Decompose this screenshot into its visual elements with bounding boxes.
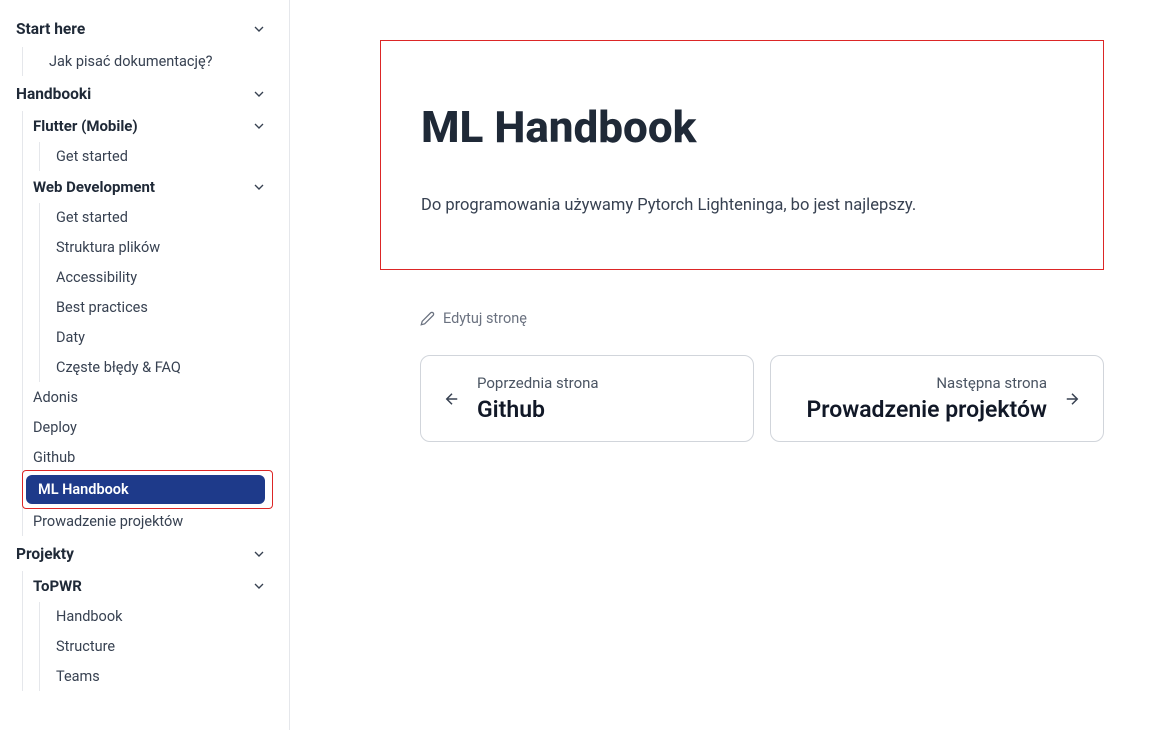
arrow-left-icon bbox=[443, 390, 461, 408]
nav-next-card[interactable]: Następna strona Prowadzenie projektów bbox=[770, 355, 1104, 442]
highlight-box: ML Handbook bbox=[22, 470, 273, 509]
chevron-down-icon bbox=[251, 21, 267, 37]
page-title: ML Handbook bbox=[421, 101, 1073, 153]
nav-next-title: Prowadzenie projektów bbox=[793, 396, 1047, 423]
sidebar-section-projekty[interactable]: Projekty bbox=[8, 537, 275, 571]
sidebar-item-flutter[interactable]: Flutter (Mobile) bbox=[25, 111, 275, 141]
sidebar-item-struktura[interactable]: Struktura plików bbox=[42, 233, 275, 262]
sidebar-item-deploy[interactable]: Deploy bbox=[25, 413, 275, 442]
nav-prev-title: Github bbox=[477, 396, 731, 423]
sidebar-item-topwr[interactable]: ToPWR bbox=[25, 571, 275, 601]
sidebar-item-prowadzenie[interactable]: Prowadzenie projektów bbox=[25, 507, 275, 536]
sidebar-item-adonis[interactable]: Adonis bbox=[25, 383, 275, 412]
main-content: ML Handbook Do programowania używamy Pyt… bbox=[290, 0, 1154, 730]
sidebar-section-handbooki[interactable]: Handbooki bbox=[8, 77, 275, 111]
sidebar-section-label: Start here bbox=[16, 20, 85, 38]
sidebar-item-faq[interactable]: Częste błędy & FAQ bbox=[42, 353, 275, 382]
pencil-icon bbox=[420, 311, 435, 326]
edit-page-link[interactable]: Edytuj stronę bbox=[420, 310, 1104, 327]
arrow-right-icon bbox=[1063, 390, 1081, 408]
nav-prev-label: Poprzednia strona bbox=[477, 374, 731, 392]
sidebar-item-label: Flutter (Mobile) bbox=[33, 117, 138, 135]
sidebar-item-label: Web Development bbox=[33, 178, 155, 196]
edit-link-label: Edytuj stronę bbox=[443, 310, 527, 327]
sidebar: Start here Jak pisać dokumentację? Handb… bbox=[0, 0, 290, 730]
sidebar-item-jak-pisac[interactable]: Jak pisać dokumentację? bbox=[25, 47, 275, 76]
nav-next-label: Następna strona bbox=[793, 374, 1047, 392]
sidebar-item-daty[interactable]: Daty bbox=[42, 323, 275, 352]
sidebar-section-label: Projekty bbox=[16, 545, 74, 563]
sidebar-section-label: Handbooki bbox=[16, 85, 91, 103]
sidebar-item-webdev[interactable]: Web Development bbox=[25, 172, 275, 202]
sidebar-item-ml-handbook[interactable]: ML Handbook bbox=[26, 475, 265, 504]
nav-cards: Poprzednia strona Github Następna strona… bbox=[420, 355, 1104, 442]
chevron-down-icon bbox=[251, 86, 267, 102]
sidebar-item-teams[interactable]: Teams bbox=[42, 662, 275, 691]
sidebar-section-start-here[interactable]: Start here bbox=[8, 12, 275, 46]
sidebar-item-structure[interactable]: Structure bbox=[42, 632, 275, 661]
sidebar-item-best-practices[interactable]: Best practices bbox=[42, 293, 275, 322]
sidebar-item-handbook[interactable]: Handbook bbox=[42, 602, 275, 631]
sidebar-item-accessibility[interactable]: Accessibility bbox=[42, 263, 275, 292]
sidebar-item-github[interactable]: Github bbox=[25, 443, 275, 472]
chevron-down-icon bbox=[251, 118, 267, 134]
chevron-down-icon bbox=[251, 546, 267, 562]
sidebar-item-label: ToPWR bbox=[33, 577, 82, 595]
chevron-down-icon bbox=[251, 578, 267, 594]
page-body: Do programowania używamy Pytorch Lighten… bbox=[421, 193, 1073, 219]
chevron-down-icon bbox=[251, 179, 267, 195]
highlight-box-content: ML Handbook Do programowania używamy Pyt… bbox=[380, 40, 1104, 270]
nav-prev-card[interactable]: Poprzednia strona Github bbox=[420, 355, 754, 442]
sidebar-item-flutter-getstarted[interactable]: Get started bbox=[42, 142, 275, 171]
sidebar-item-webdev-getstarted[interactable]: Get started bbox=[42, 203, 275, 232]
